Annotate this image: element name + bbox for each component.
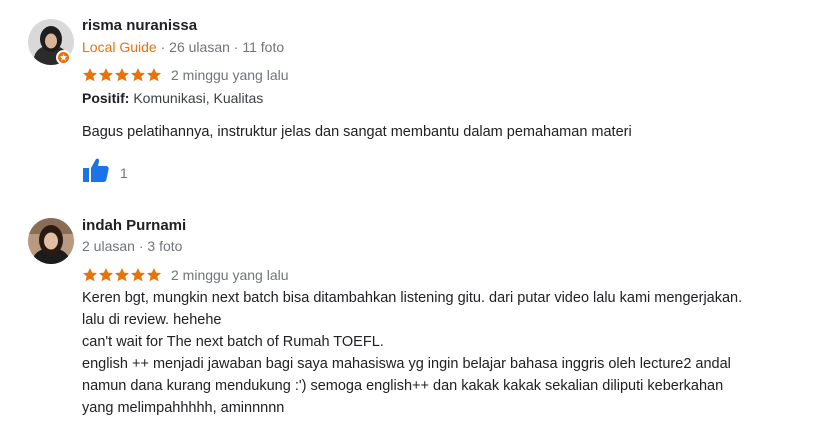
star-icon	[82, 267, 98, 283]
rating-row: 2 minggu yang lalu	[82, 66, 289, 84]
star-icon	[82, 67, 98, 83]
star-icon	[98, 267, 114, 283]
star-rating	[82, 67, 162, 83]
star-icon	[146, 267, 162, 283]
review-text-line: Keren bgt, mungkin next batch bisa ditam…	[82, 290, 743, 306]
star-icon	[98, 67, 114, 83]
star-icon	[114, 267, 130, 283]
review-date: 2 minggu yang lalu	[171, 267, 289, 283]
local-guide-badge-icon	[56, 50, 71, 65]
reviewer-name[interactable]: risma nuranissa	[82, 17, 197, 34]
meta-separator: ·	[160, 39, 166, 55]
positive-label: Positif:	[82, 90, 130, 106]
positive-value: Komunikasi, Kualitas	[133, 90, 264, 106]
positive-aspects: Positif: Komunikasi, Kualitas	[82, 90, 263, 106]
avatar[interactable]	[28, 218, 74, 264]
review-card: indah Purnami 2 ulasan · 3 foto 2 minggu…	[0, 200, 823, 427]
like-button[interactable]: 1	[82, 157, 128, 188]
star-icon	[130, 267, 146, 283]
review-text-line: can't wait for The next batch of Rumah T…	[82, 334, 384, 350]
reviewer-name[interactable]: indah Purnami	[82, 217, 186, 234]
photo-count: 11 foto	[242, 39, 285, 55]
star-icon	[146, 67, 162, 83]
review-text-line: english ++ menjadi jawaban bagi saya mah…	[82, 356, 731, 372]
star-icon	[130, 67, 146, 83]
review-text-line: Bagus pelatihannya, instruktur jelas dan…	[82, 124, 632, 140]
photo-count: 3 foto	[147, 238, 183, 254]
meta-separator: ·	[233, 39, 239, 55]
review-text-line: lalu di review. hehehe	[82, 312, 222, 328]
review-text-line: namun dana kurang mendukung :') semoga e…	[82, 378, 724, 394]
review-card: risma nuranissa Local Guide · 26 ulasan …	[0, 0, 823, 200]
meta-separator: ·	[138, 238, 144, 254]
local-guide-label: Local Guide	[82, 39, 157, 55]
thumbs-up-icon[interactable]	[82, 157, 110, 188]
reviewer-meta: Local Guide · 26 ulasan · 11 foto	[82, 39, 284, 55]
star-icon	[114, 67, 130, 83]
review-date: 2 minggu yang lalu	[171, 67, 289, 83]
like-count: 1	[120, 164, 128, 181]
review-count: 26 ulasan	[169, 39, 230, 55]
rating-row: 2 minggu yang lalu	[82, 266, 289, 284]
reviewer-meta: 2 ulasan · 3 foto	[82, 238, 182, 254]
review-count: 2 ulasan	[82, 238, 135, 254]
star-rating	[82, 267, 162, 283]
review-text-line: yang melimpahhhhh, aminnnnn	[82, 400, 285, 416]
